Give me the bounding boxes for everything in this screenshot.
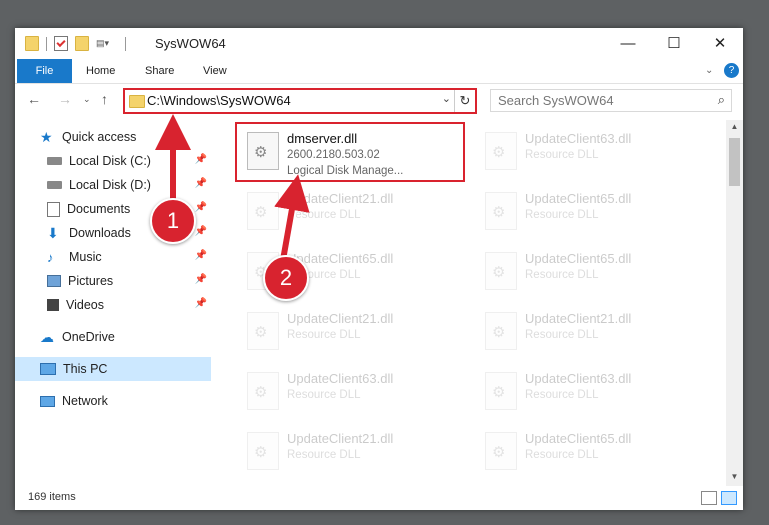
annotation-arrows	[155, 114, 310, 261]
step-badge-1: 1	[150, 198, 196, 244]
step-badge-2: 2	[263, 255, 309, 301]
